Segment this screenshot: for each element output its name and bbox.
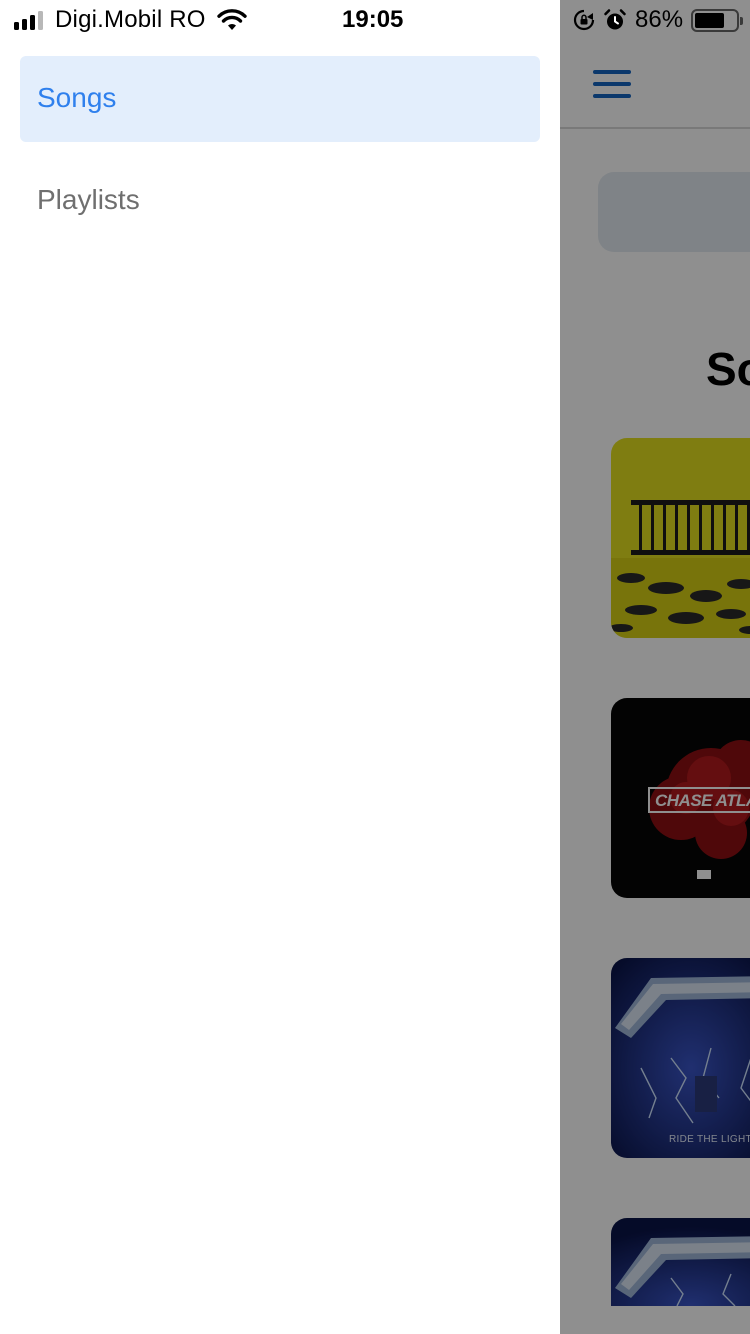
rotation-lock-icon (573, 9, 595, 31)
alarm-icon (604, 9, 626, 30)
drawer-item-label: Playlists (37, 184, 140, 215)
carrier-name: Digi.Mobil RO (55, 6, 206, 33)
signal-icon (14, 11, 46, 30)
drawer-item-songs[interactable]: Songs (20, 56, 540, 142)
battery-tip (740, 17, 743, 25)
battery-level-fill (695, 13, 724, 28)
battery-icon (691, 9, 743, 32)
status-bar: Digi.Mobil RO 19:05 86% (0, 0, 750, 40)
clock: 19:05 (342, 6, 404, 33)
drawer-item-label: Songs (37, 82, 117, 113)
drawer-item-playlists[interactable]: Playlists (20, 158, 540, 244)
navigation-drawer: Songs Playlists (0, 0, 560, 1334)
drawer-scrim[interactable] (560, 0, 750, 1334)
wifi-icon (217, 9, 247, 30)
battery-percent: 86% (635, 6, 684, 33)
